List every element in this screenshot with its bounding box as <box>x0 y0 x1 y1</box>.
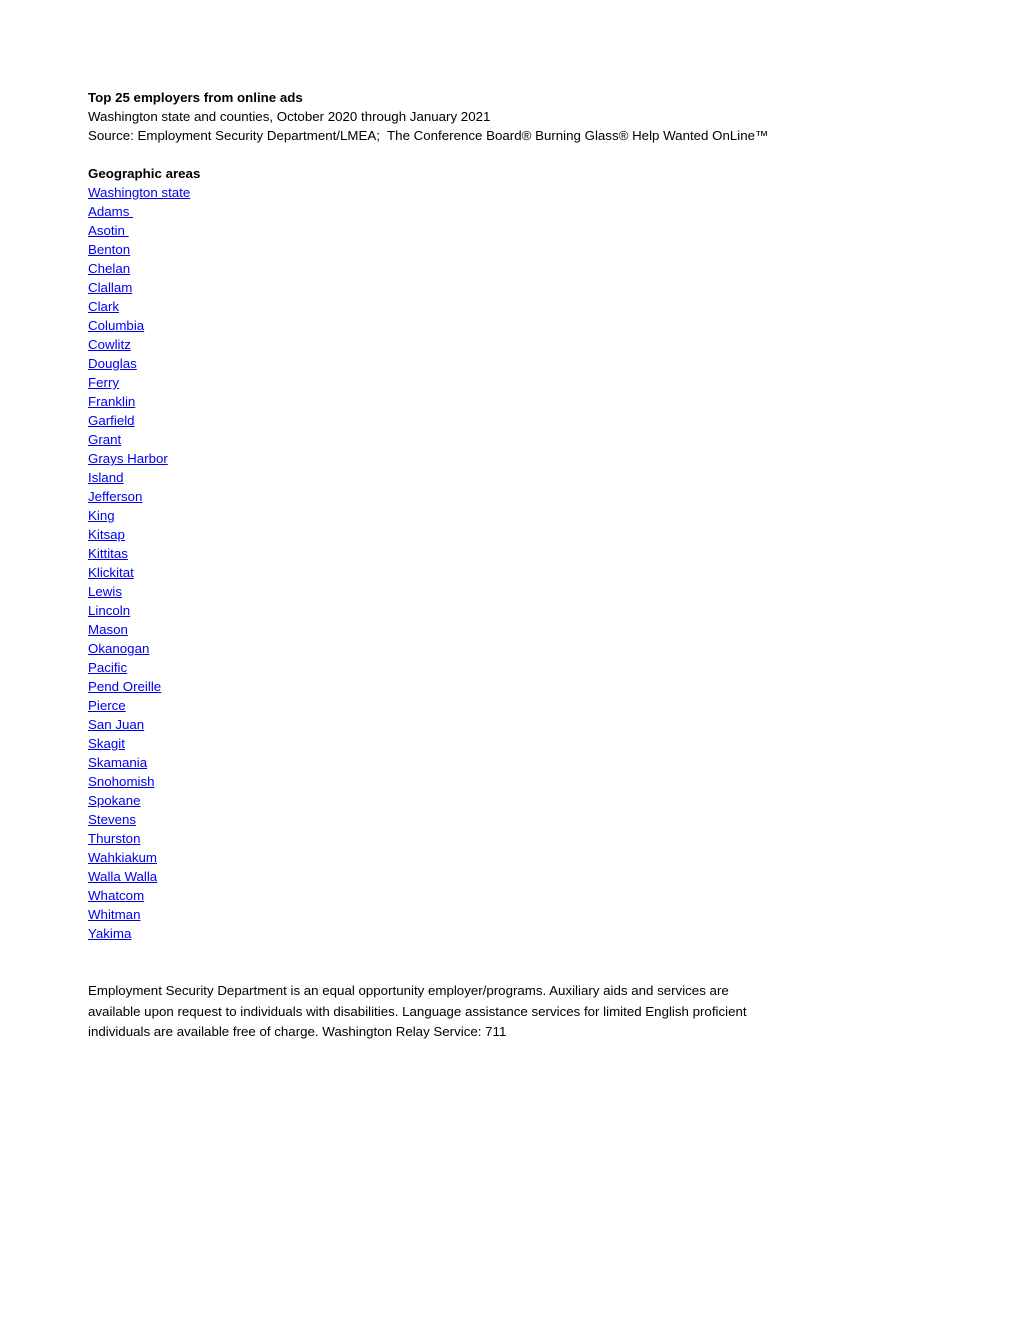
list-item: Adams <box>88 202 1020 221</box>
geographic-area-link[interactable]: Asotin <box>88 223 129 238</box>
list-item: Lincoln <box>88 601 1020 620</box>
geographic-area-link[interactable]: Benton <box>88 242 130 257</box>
list-item: Stevens <box>88 810 1020 829</box>
geographic-area-link[interactable]: Walla Walla <box>88 869 157 884</box>
list-item: Benton <box>88 240 1020 259</box>
geographic-area-link[interactable]: Whitman <box>88 907 140 922</box>
geographic-area-link[interactable]: Ferry <box>88 375 119 390</box>
geographic-area-link[interactable]: Okanogan <box>88 641 149 656</box>
list-item: Clallam <box>88 278 1020 297</box>
list-item: Lewis <box>88 582 1020 601</box>
geographic-area-link[interactable]: Thurston <box>88 831 140 846</box>
geographic-area-link[interactable]: Cowlitz <box>88 337 131 352</box>
list-footer-spacer-2 <box>88 962 1020 981</box>
document-source: Source: Employment Security Department/L… <box>88 128 769 143</box>
header-list-spacer <box>88 145 1020 164</box>
list-item: Skagit <box>88 734 1020 753</box>
list-item: Columbia <box>88 316 1020 335</box>
geographic-area-link[interactable]: Adams <box>88 204 133 219</box>
list-item: Mason <box>88 620 1020 639</box>
geographic-area-link[interactable]: Kitsap <box>88 527 125 542</box>
geographic-area-link[interactable]: Douglas <box>88 356 137 371</box>
geographic-area-link[interactable]: Spokane <box>88 793 141 808</box>
list-item: Kittitas <box>88 544 1020 563</box>
list-item: Kitsap <box>88 525 1020 544</box>
geographic-area-link[interactable]: Franklin <box>88 394 135 409</box>
document-subtitle: Washington state and counties, October 2… <box>88 109 491 124</box>
list-item: Pierce <box>88 696 1020 715</box>
list-footer-spacer-1 <box>88 943 1020 962</box>
geographic-area-link[interactable]: Jefferson <box>88 489 142 504</box>
list-item: Okanogan <box>88 639 1020 658</box>
list-item: Ferry <box>88 373 1020 392</box>
geographic-area-link[interactable]: King <box>88 508 115 523</box>
geographic-area-link[interactable]: Pierce <box>88 698 126 713</box>
geographic-area-link[interactable]: Klickitat <box>88 565 134 580</box>
geographic-area-link[interactable]: Wahkiakum <box>88 850 157 865</box>
geographic-area-link[interactable]: Columbia <box>88 318 144 333</box>
list-item: Snohomish <box>88 772 1020 791</box>
geographic-areas-heading: Geographic areas <box>88 166 201 181</box>
list-item: Franklin <box>88 392 1020 411</box>
list-item: Washington state <box>88 183 1020 202</box>
geographic-area-link[interactable]: Stevens <box>88 812 136 827</box>
geographic-area-link[interactable]: Pend Oreille <box>88 679 161 694</box>
geographic-area-link[interactable]: Whatcom <box>88 888 144 903</box>
geographic-area-link[interactable]: Mason <box>88 622 128 637</box>
geographic-area-link[interactable]: Island <box>88 470 123 485</box>
document-header: Top 25 employers from online ads Washing… <box>88 88 1020 145</box>
list-item: Chelan <box>88 259 1020 278</box>
list-item: Spokane <box>88 791 1020 810</box>
geographic-area-link[interactable]: Chelan <box>88 261 130 276</box>
list-item: Skamania <box>88 753 1020 772</box>
equal-opportunity-notice: Employment Security Department is an equ… <box>88 983 747 1039</box>
list-item: Wahkiakum <box>88 848 1020 867</box>
geographic-area-link[interactable]: Clallam <box>88 280 132 295</box>
geographic-area-link[interactable]: Grant <box>88 432 121 447</box>
list-item: Pacific <box>88 658 1020 677</box>
geographic-area-link[interactable]: Garfield <box>88 413 135 428</box>
list-item: Jefferson <box>88 487 1020 506</box>
list-item: Grant <box>88 430 1020 449</box>
geographic-area-link[interactable]: Skamania <box>88 755 147 770</box>
list-item: King <box>88 506 1020 525</box>
geographic-area-link[interactable]: Skagit <box>88 736 125 751</box>
list-item: Douglas <box>88 354 1020 373</box>
list-item: Cowlitz <box>88 335 1020 354</box>
list-item: Pend Oreille <box>88 677 1020 696</box>
list-item: Garfield <box>88 411 1020 430</box>
geographic-area-link[interactable]: Clark <box>88 299 119 314</box>
geographic-area-link[interactable]: Kittitas <box>88 546 128 561</box>
list-item: San Juan <box>88 715 1020 734</box>
geographic-areas-list: Washington state Adams Asotin Benton Chela… <box>88 183 1020 943</box>
list-item: Whitman <box>88 905 1020 924</box>
document-page: Top 25 employers from online ads Washing… <box>0 0 1020 1320</box>
list-item: Klickitat <box>88 563 1020 582</box>
geographic-area-link[interactable]: Pacific <box>88 660 127 675</box>
geographic-area-link[interactable]: San Juan <box>88 717 144 732</box>
list-item: Yakima <box>88 924 1020 943</box>
geographic-area-link[interactable]: Snohomish <box>88 774 155 789</box>
geographic-area-link[interactable]: Lewis <box>88 584 122 599</box>
geographic-area-link[interactable]: Yakima <box>88 926 131 941</box>
geographic-areas-section: Geographic areas Washington state Adams A… <box>88 164 1020 943</box>
list-item: Island <box>88 468 1020 487</box>
page-title: Top 25 employers from online ads <box>88 90 303 105</box>
list-item: Asotin <box>88 221 1020 240</box>
geographic-area-link[interactable]: Washington state <box>88 185 190 200</box>
list-item: Walla Walla <box>88 867 1020 886</box>
list-item: Grays Harbor <box>88 449 1020 468</box>
geographic-area-link[interactable]: Grays Harbor <box>88 451 168 466</box>
list-item: Clark <box>88 297 1020 316</box>
geographic-area-link[interactable]: Lincoln <box>88 603 130 618</box>
list-item: Whatcom <box>88 886 1020 905</box>
list-item: Thurston <box>88 829 1020 848</box>
